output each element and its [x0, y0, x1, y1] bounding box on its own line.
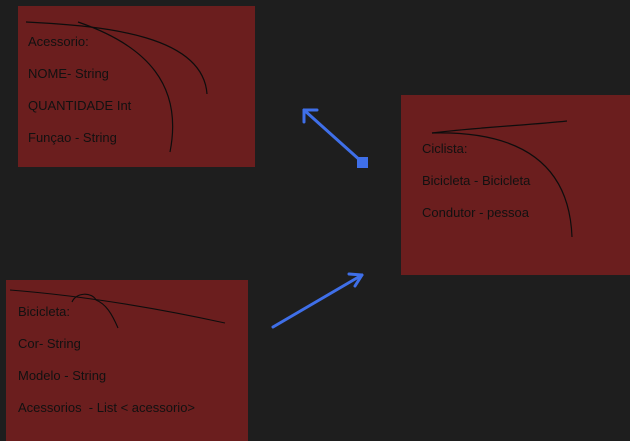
whiteboard-canvas[interactable]: Acessorio: NOME- String QUANTIDADE Int F… [0, 0, 630, 441]
connector-line[interactable] [271, 273, 364, 329]
note-ciclista[interactable]: Ciclista: Bicicleta - Bicicleta Condutor… [401, 95, 630, 275]
note-acessorio[interactable]: Acessorio: NOME- String QUANTIDADE Int F… [18, 6, 255, 167]
note-field: Modelo - String [18, 368, 107, 383]
connector-line[interactable] [302, 108, 364, 164]
note-field: Bicicleta - Bicicleta [422, 173, 531, 188]
pen-line [431, 120, 568, 134]
pen-curve [71, 293, 119, 329]
note-title: Acessorio: [28, 34, 89, 49]
connector-ciclista-acessorio[interactable] [302, 108, 368, 168]
connector-bicicleta-ciclista[interactable] [271, 272, 364, 329]
note-bicicleta[interactable]: Bicicleta: Cor- String Modelo - String A… [6, 280, 248, 441]
pen-curve [25, 21, 208, 95]
note-field: Condutor - pessoa [422, 205, 529, 220]
note-field: Cor- String [18, 336, 81, 351]
note-field: Funçao - String [28, 130, 117, 145]
note-title: Bicicleta: [18, 304, 71, 319]
note-field: Acessorios - List < acessorio> [18, 400, 196, 415]
note-title: Ciclista: [422, 141, 468, 156]
note-field: NOME- String [28, 66, 109, 81]
note-field: QUANTIDADE Int [28, 98, 132, 113]
